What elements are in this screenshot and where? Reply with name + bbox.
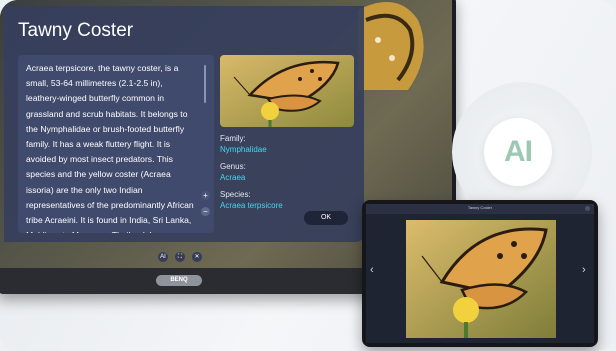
family-value: Nymphalidae [220,145,267,154]
panel-title: Tawny Coster [18,20,134,41]
scene: Tawny Coster Acraea terpsicore, the tawn… [0,0,616,351]
family-label: Family: [220,134,246,143]
species-description: Acraea terpsicore, the tawny coster, is … [26,63,194,233]
tablet-butterfly-image [406,220,556,338]
species-value: Acraea terpsicore [220,201,283,210]
description-box[interactable]: Acraea terpsicore, the tawny coster, is … [18,55,214,233]
species-label: Species: [220,190,251,199]
butterfly-photo [220,55,354,127]
close-icon[interactable]: ✕ [192,252,202,262]
ok-button[interactable]: OK [304,211,348,225]
species-info-panel: Tawny Coster Acraea terpsicore, the tawn… [4,6,364,242]
tablet-title-bar: Tawny Coster [366,204,594,214]
ai-tool-icon[interactable]: AI [158,252,168,262]
zoom-out-button[interactable]: − [201,207,210,216]
zoom-in-button[interactable]: + [201,191,210,200]
tablet-butterfly-photo [406,220,556,338]
butterfly-thumbnail [220,55,354,127]
ai-badge-text: AI [504,135,533,168]
tablet-close-icon[interactable] [585,206,590,211]
display-brand-label: BENQ [156,275,202,286]
description-scrollbar[interactable] [204,65,206,103]
tablet-title: Tawny Coster [467,205,493,210]
genus-label: Genus: [220,162,246,171]
fit-screen-icon[interactable]: ⛶ [175,252,185,262]
background-butterfly-wing [358,2,424,90]
genus-value: Acraea [220,173,246,182]
tablet-next-arrow-icon[interactable]: › [582,264,586,276]
tablet-prev-arrow-icon[interactable]: ‹ [370,264,374,276]
tablet-screen: Tawny Coster ‹ › [366,204,594,343]
